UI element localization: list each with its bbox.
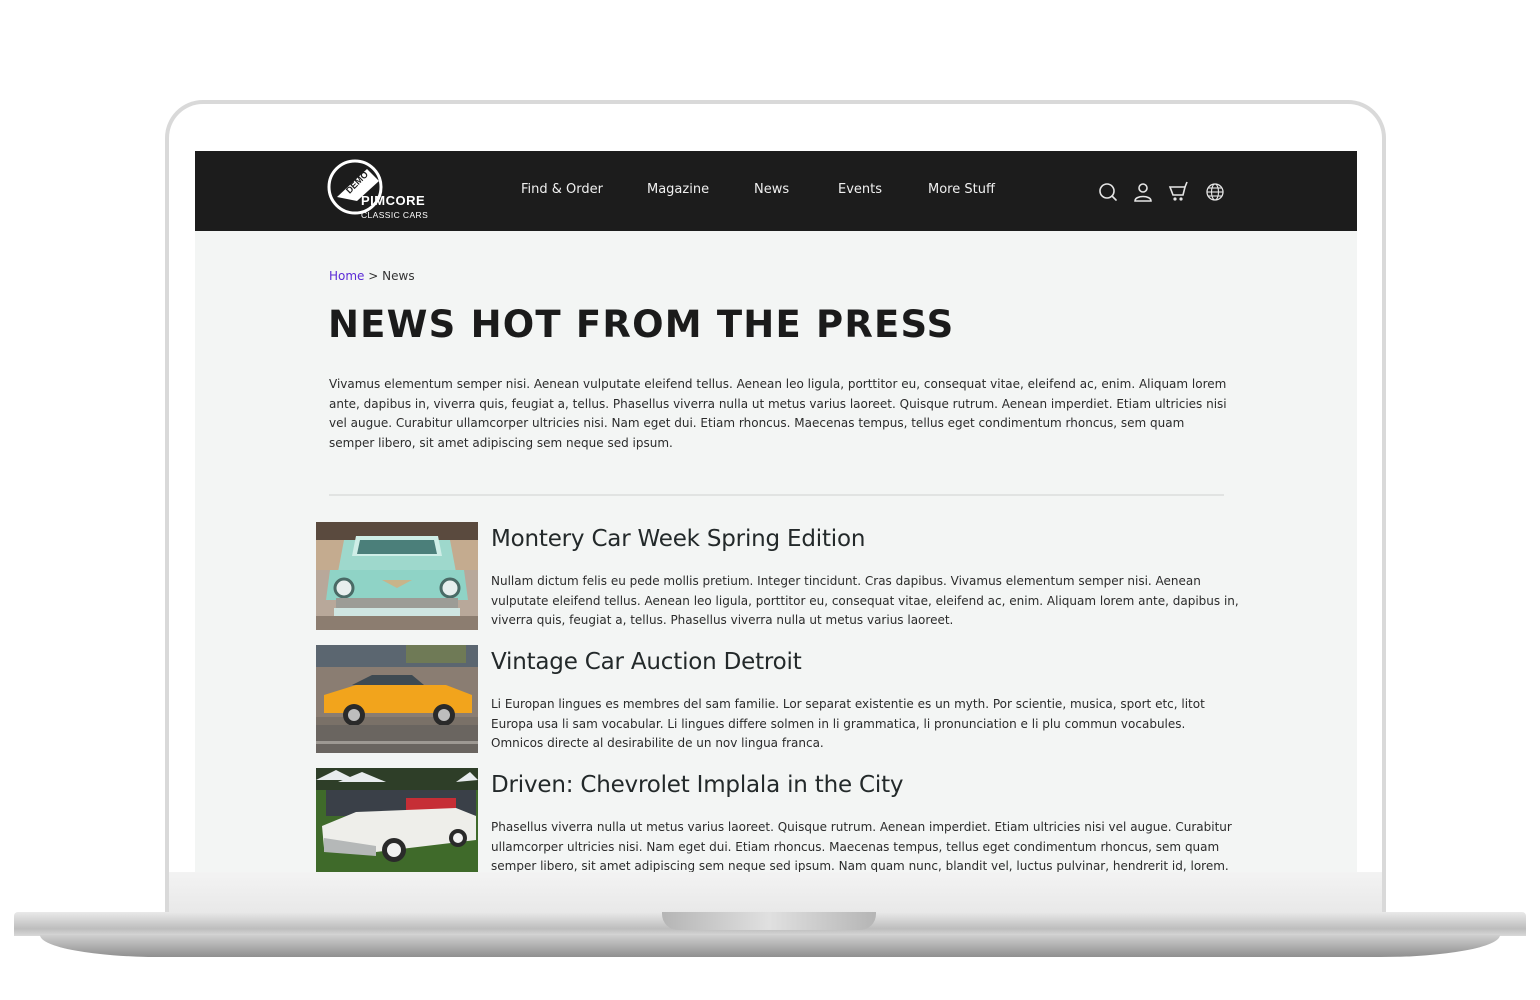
breadcrumb-home-link[interactable]: Home (329, 269, 364, 283)
section-divider (329, 494, 1224, 496)
brand-logo[interactable]: DEMO PIMCORE CLASSIC CARS (327, 157, 437, 220)
news-excerpt: Nullam dictum felis eu pede mollis preti… (491, 574, 1239, 627)
laptop-base-bottom (40, 935, 1500, 957)
nav-news[interactable]: News (754, 182, 789, 197)
news-title[interactable]: Montery Car Week Spring Edition (491, 526, 865, 552)
breadcrumb: Home > News (329, 269, 415, 283)
brand-subtitle: CLASSIC CARS (361, 210, 429, 220)
brand-name: PIMCORE (361, 193, 426, 208)
car-image (316, 768, 478, 872)
nav-events[interactable]: Events (838, 182, 882, 197)
nav-magazine[interactable]: Magazine (647, 182, 709, 197)
cart-icon[interactable] (1168, 181, 1190, 203)
news-item: Montery Car Week Spring Edition Nullam d… (316, 522, 1246, 632)
news-thumbnail-turquoise-car[interactable] (316, 522, 478, 630)
news-excerpt: Phasellus viverra nulla ut metus varius … (491, 820, 1232, 872)
laptop-notch (662, 912, 876, 930)
breadcrumb-separator: > (368, 269, 379, 283)
laptop-chin (169, 872, 1382, 914)
globe-icon[interactable] (1204, 181, 1226, 203)
nav-find-order[interactable]: Find & Order (521, 182, 603, 197)
breadcrumb-current: News (382, 269, 415, 283)
news-excerpt: Li Europan lingues es membres del sam fa… (491, 697, 1205, 750)
user-icon[interactable] (1132, 181, 1154, 203)
search-icon[interactable] (1097, 181, 1119, 203)
car-image (316, 645, 478, 753)
news-item: Vintage Car Auction Detroit Li Europan l… (316, 645, 1246, 755)
news-title[interactable]: Vintage Car Auction Detroit (491, 649, 802, 675)
news-item: Driven: Chevrolet Implala in the City Ph… (316, 768, 1246, 872)
nav-more-stuff[interactable]: More Stuff (928, 182, 995, 197)
site-navbar: DEMO PIMCORE CLASSIC CARS Find & Order M… (195, 151, 1357, 231)
car-image (316, 522, 478, 630)
news-thumbnail-white-convertible[interactable] (316, 768, 478, 872)
news-title[interactable]: Driven: Chevrolet Implala in the City (491, 772, 904, 798)
browser-screen: DEMO PIMCORE CLASSIC CARS Find & Order M… (195, 151, 1357, 872)
news-thumbnail-orange-car[interactable] (316, 645, 478, 753)
intro-paragraph: Vivamus elementum semper nisi. Aenean vu… (329, 377, 1227, 450)
page-title: NEWS HOT FROM THE PRESS (328, 303, 955, 346)
